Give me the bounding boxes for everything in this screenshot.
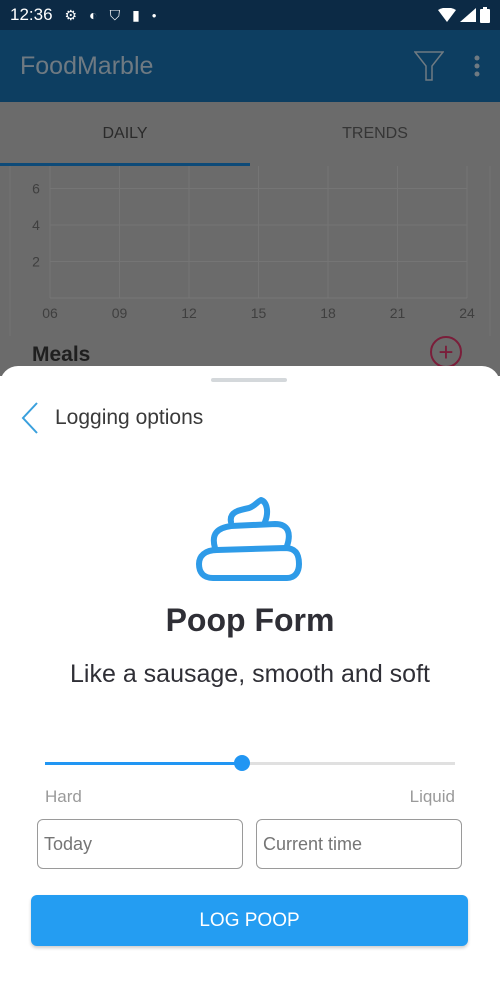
app-bar: FoodMarble — [0, 30, 500, 102]
x-tick-label: 09 — [112, 305, 128, 321]
shield-play-icon: ⛉ — [109, 6, 121, 23]
dot-icon: ● — [151, 10, 157, 20]
form-description: Like a sausage, smooth and soft — [70, 660, 430, 688]
chart-svg: 060912151821242468 — [9, 166, 491, 336]
status-bar: 12:36 ⚙ ◐ ⛉ ▮ ● — [0, 0, 500, 30]
date-field[interactable] — [37, 819, 243, 869]
battery-icon — [480, 7, 490, 23]
tab-trends[interactable]: TRENDS — [250, 102, 500, 166]
poop-form-slider[interactable] — [45, 752, 455, 774]
slider-thumb[interactable] — [233, 755, 250, 771]
poop-icon — [196, 497, 302, 581]
sheet-header: Logging options — [18, 400, 203, 436]
sheet-title: Logging options — [55, 406, 204, 429]
time-field[interactable] — [256, 819, 462, 869]
more-vert-icon[interactable] — [474, 55, 480, 77]
status-time: 12:36 — [10, 5, 53, 24]
x-tick-label: 24 — [459, 305, 475, 321]
app-title: FoodMarble — [20, 51, 154, 80]
x-tick-label: 15 — [251, 305, 267, 321]
slider-min-label: Hard — [45, 787, 82, 806]
tab-bar: DAILY TRENDS — [0, 102, 500, 166]
slider-fill — [45, 762, 242, 765]
y-tick-label: 6 — [32, 181, 40, 197]
wifi-icon — [438, 8, 456, 22]
x-tick-label: 06 — [42, 305, 58, 321]
slider-max-label: Liquid — [409, 787, 455, 806]
app-icon: ◐ — [89, 7, 98, 23]
y-tick-label: 4 — [32, 217, 40, 233]
signal-icon — [460, 8, 476, 22]
sd-card-icon: ▮ — [132, 6, 140, 23]
x-tick-label: 12 — [181, 305, 197, 321]
add-circle-icon[interactable]: + — [430, 336, 462, 368]
back-button[interactable] — [18, 400, 42, 436]
x-tick-label: 18 — [320, 305, 336, 321]
drag-handle[interactable] — [211, 378, 287, 382]
y-tick-label: 2 — [32, 254, 40, 270]
logging-bottom-sheet: Logging options Poop Form Like a sausage… — [0, 366, 500, 1000]
log-poop-button[interactable]: LOG POOP — [31, 895, 468, 946]
gear-icon: ⚙ — [64, 6, 78, 23]
chevron-left-icon — [21, 402, 38, 434]
filter-icon[interactable] — [414, 50, 444, 82]
form-title: Poop Form — [165, 602, 335, 638]
meals-heading: Meals — [32, 343, 91, 366]
tab-daily[interactable]: DAILY — [0, 102, 250, 166]
x-tick-label: 21 — [390, 305, 406, 321]
